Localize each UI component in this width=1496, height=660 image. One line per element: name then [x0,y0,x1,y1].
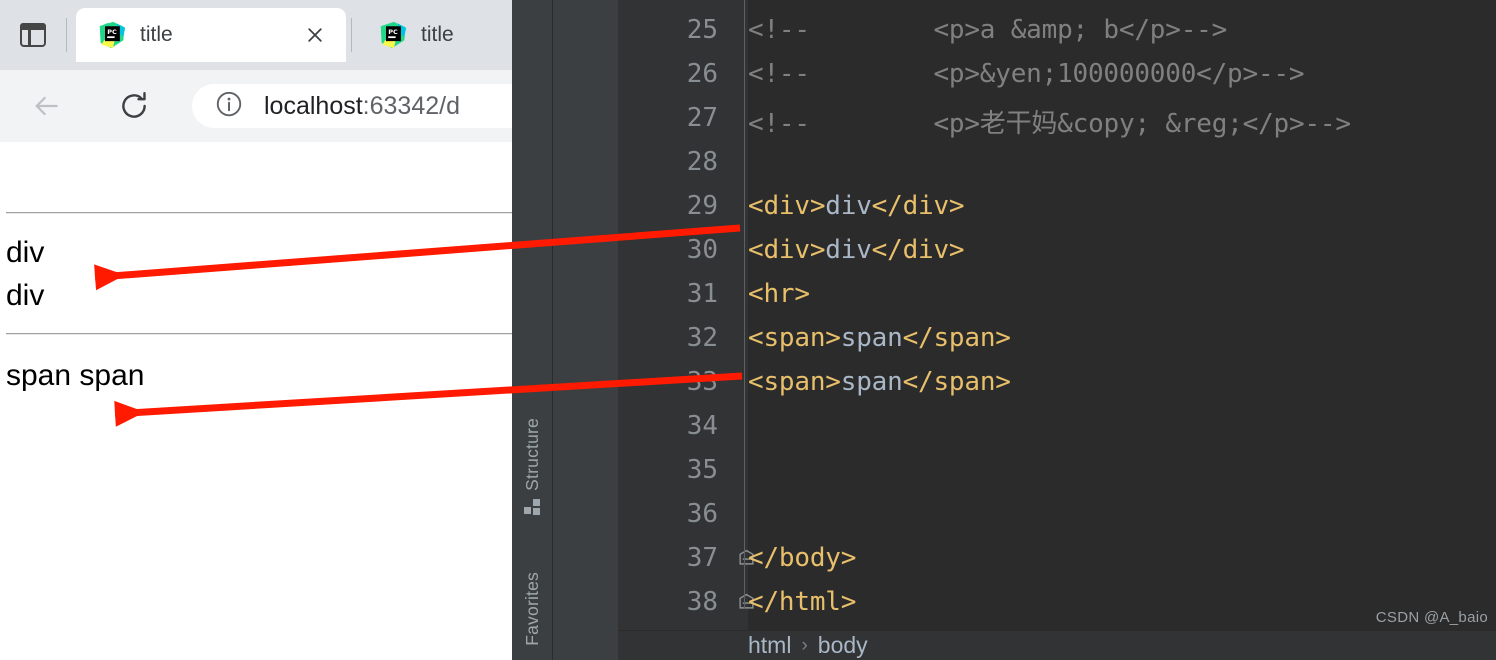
breadcrumb-item-body[interactable]: body [818,632,868,659]
line-number: 31 [686,279,718,309]
line-number: 26 [686,59,718,89]
code-line: <hr> [748,279,810,309]
line-number: 30 [686,235,718,265]
url-path: :63342/d [362,91,460,120]
tab-separator [351,18,352,52]
panel-layout-icon [20,23,46,47]
indent-guide [744,0,745,609]
back-button[interactable] [22,82,70,130]
svg-text:PC: PC [388,28,398,36]
ide-editor-left-gap [553,0,618,660]
page-div-line: div [6,278,45,312]
url-host: localhost [264,91,363,120]
line-number: 35 [686,455,718,485]
info-circle-icon[interactable] [214,89,244,124]
code-token-text: div [825,235,872,265]
code-line: <div>div</div> [748,235,965,265]
panel-layout-button[interactable] [14,16,52,54]
code-token-tag: <div> [748,235,826,265]
page-span-line: span span [6,359,145,393]
page-viewport: div div span span [0,142,512,660]
code-token-comment: <!-- <p>老干妈&copy; &reg;</p>--> [748,109,1351,139]
code-token-tag: <span> [748,323,841,353]
watermark-text: CSDN @A_baio [1375,609,1488,626]
browser-tab-1[interactable]: PC title [361,8,512,62]
code-token-tag: </div> [871,191,965,221]
code-line: </body> [748,543,856,573]
code-token-tag: <div> [748,191,826,221]
code-token-text: span [840,367,903,397]
line-number: 32 [686,323,718,353]
code-line: <span>span</span> [748,367,1011,397]
tool-button-favorites[interactable]: Favorites [512,572,553,646]
breadcrumb-item-html[interactable]: html [748,632,791,659]
tab-separator [66,18,67,52]
code-token-tag: <span> [748,367,841,397]
browser-tab-title: title [140,23,173,46]
line-number: 37 [686,543,718,573]
page-div-group: div div [6,214,512,333]
ide-tool-window-strip: Structure Favorites [512,0,553,660]
line-number: 25 [686,15,718,45]
line-number: 27 [686,103,718,133]
address-bar[interactable]: localhost:63342/d [192,84,512,128]
code-line: <!-- <p>&yen;100000000</p>--> [748,59,1305,89]
code-token-comment: <!-- <p>a &amp; b</p>--> [748,15,1228,45]
browser-tab-title: title [421,23,454,46]
editor-breadcrumb[interactable]: html › body [618,630,1496,660]
page-div-line: div [6,236,45,269]
browser-tab-0[interactable]: PC title [76,8,346,62]
line-number: 28 [686,147,718,177]
code-line: <!-- <p>老干妈&copy; &reg;</p>--> [748,103,1351,140]
code-line: <div>div</div> [748,191,965,221]
code-line: <span>span</span> [748,323,1011,353]
code-token-tag: </body> [748,543,857,573]
reload-button[interactable] [110,82,158,130]
tool-button-structure[interactable]: Structure [512,418,553,516]
line-number: 36 [686,499,718,529]
pycharm-icon: PC [98,21,126,49]
reload-icon [122,92,146,118]
line-number: 33 [686,367,718,397]
page-top-spacer [6,142,512,212]
code-token-text: div [825,191,872,221]
line-number: 29 [686,191,718,221]
line-number: 34 [686,411,718,441]
code-token-tag: </html> [748,587,857,617]
breadcrumb-separator: › [801,634,808,656]
line-number: 38 [686,587,718,617]
svg-text:PC: PC [107,28,117,36]
address-bar-url: localhost:63342/d [264,92,460,121]
browser-window: PC title PC title localhost:63342/d div … [0,0,512,660]
page-span-group: span span [6,335,512,398]
tool-button-structure-label: Structure [522,418,542,491]
code-token-tag: </div> [871,235,965,265]
code-token-tag: </span> [902,367,1011,397]
structure-icon [524,498,541,516]
code-line: </html> [748,587,856,617]
close-icon [308,28,322,42]
code-editor[interactable]: 25 26 27 28 29 30 31 32 33 34 35 36 37 38 <!-- <p>a &… [618,0,1496,660]
tool-button-favorites-label: Favorites [522,572,542,646]
code-token-comment: <!-- <p>&yen;100000000</p>--> [748,59,1305,89]
code-line: <!-- <p>a &amp; b</p>--> [748,15,1227,45]
code-token-text: span [840,323,903,353]
editor-fold-column[interactable] [736,0,754,630]
editor-code-area[interactable]: <!-- <p>a &amp; b</p>--> <!-- <p>&yen;100… [748,0,1496,630]
browser-toolbar: localhost:63342/d [0,70,512,142]
code-token-tag: <hr> [748,279,810,309]
tab-close-button[interactable] [298,18,332,52]
back-arrow-icon [35,96,58,116]
pycharm-icon: PC [379,21,407,49]
editor-gutter[interactable]: 25 26 27 28 29 30 31 32 33 34 35 36 37 38 [618,0,736,630]
code-token-tag: </span> [902,323,1011,353]
browser-tab-strip: PC title PC title [0,0,512,70]
